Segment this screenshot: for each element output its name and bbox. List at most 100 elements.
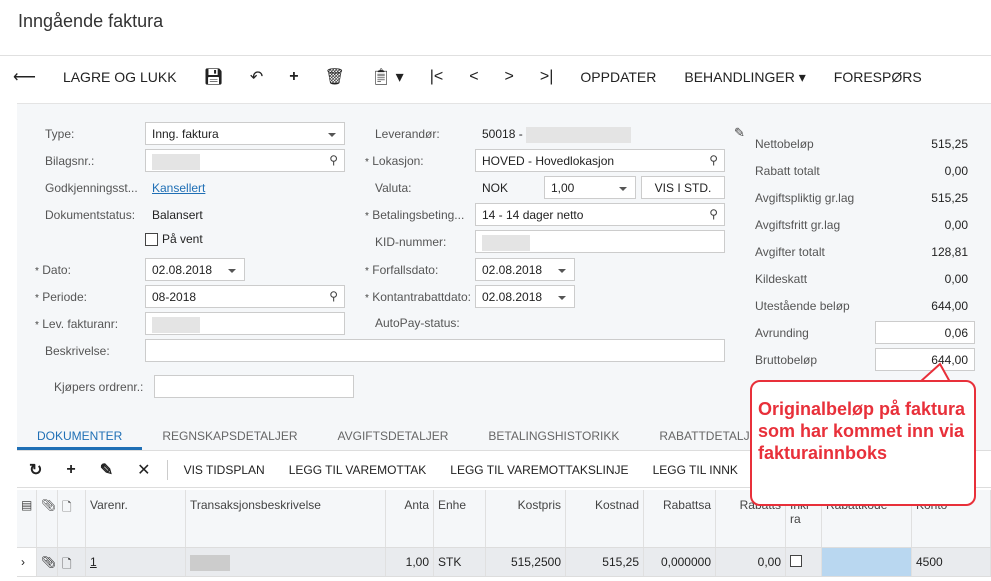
refresh-icon[interactable]: ↻ bbox=[17, 460, 54, 480]
search-icon[interactable]: ⚲ bbox=[709, 153, 718, 167]
previous-icon[interactable]: < bbox=[456, 60, 491, 94]
period-input[interactable]: 08-2018 ⚲ bbox=[145, 285, 345, 308]
vendor-invoice-label-text: Lev. fakturanr: bbox=[42, 317, 119, 331]
due-date-label-text: Forfallsdato: bbox=[372, 263, 439, 277]
rate-select[interactable]: 1,00 bbox=[544, 176, 636, 199]
tab-tax[interactable]: AVGIFTSDETALJER bbox=[318, 421, 469, 450]
divider bbox=[0, 55, 991, 56]
add-row-icon[interactable]: + bbox=[54, 461, 87, 479]
row-expand-icon[interactable]: › bbox=[17, 548, 37, 576]
bilag-input[interactable]: ⚲ bbox=[145, 149, 345, 172]
redacted-value bbox=[152, 317, 200, 333]
description-input[interactable] bbox=[145, 339, 725, 362]
separator bbox=[166, 459, 168, 480]
attachment-icon[interactable]: 📎︎ bbox=[37, 548, 58, 576]
notes-column-icon: ▤ bbox=[17, 490, 37, 547]
actions-menu[interactable]: BEHANDLINGER ▾ bbox=[670, 60, 819, 94]
col-qty[interactable]: Anta bbox=[386, 490, 434, 547]
col-item[interactable]: Varenr. bbox=[86, 490, 186, 547]
search-icon[interactable]: ⚲ bbox=[709, 207, 718, 221]
due-date-label: * Forfallsdato: bbox=[365, 263, 439, 277]
col-discount-pct[interactable]: Rabattsa bbox=[644, 490, 716, 547]
tab-documents[interactable]: DOKUMENTER bbox=[17, 421, 143, 450]
add-icon[interactable]: + bbox=[276, 60, 311, 94]
search-icon[interactable]: ⚲ bbox=[329, 289, 338, 303]
annotation-callout: Originalbeløp på faktura som har kommet … bbox=[750, 380, 976, 506]
inquiries-menu[interactable]: FORESPØRS bbox=[820, 60, 936, 94]
file-column-icon: 🗋 bbox=[58, 490, 86, 547]
period-label-text: Periode: bbox=[42, 290, 87, 304]
view-base-button[interactable]: VIS I STD. bbox=[641, 176, 725, 199]
col-unit-cost[interactable]: Kostpris bbox=[486, 490, 566, 547]
cost-cell[interactable]: 515,25 bbox=[566, 548, 644, 576]
qty-cell[interactable]: 1,00 bbox=[386, 548, 434, 576]
buyer-order-label: Kjøpers ordrenr.: bbox=[54, 380, 144, 394]
account-cell[interactable]: 4500 bbox=[912, 548, 991, 576]
buyer-order-input[interactable] bbox=[154, 375, 354, 398]
item-link[interactable]: 1 bbox=[86, 548, 186, 576]
cash-discount-date-label: * Kontantrabattdato: bbox=[365, 290, 471, 304]
main-toolbar: ⟵ LAGRE OG LUKK 💾︎ ↶ + 🗑︎ 📋︎ ▾ |< < > >|… bbox=[0, 60, 991, 94]
col-unit[interactable]: Enhe bbox=[434, 490, 486, 547]
col-cost[interactable]: Kostnad bbox=[566, 490, 644, 547]
actions-label: BEHANDLINGER bbox=[684, 69, 795, 85]
search-icon[interactable]: ⚲ bbox=[329, 153, 338, 167]
summary-value: 0,00 bbox=[944, 272, 968, 286]
hold-checkbox[interactable]: På vent bbox=[145, 232, 203, 246]
summary-label: Nettobeløp bbox=[755, 137, 814, 151]
undo-icon[interactable]: ↶ bbox=[237, 60, 276, 94]
date-picker[interactable]: 02.08.2018 bbox=[145, 258, 245, 281]
add-receipt-button[interactable]: LEGG TIL VAREMOTTAK bbox=[277, 463, 439, 477]
type-select[interactable]: Inng. faktura bbox=[145, 122, 345, 145]
delete-icon[interactable]: 🗑︎ bbox=[312, 60, 358, 94]
summary-value: 0,00 bbox=[944, 164, 968, 178]
summary-label: Rabatt totalt bbox=[755, 164, 820, 178]
currency-value: NOK bbox=[482, 181, 509, 195]
due-date-picker[interactable]: 02.08.2018 bbox=[475, 258, 575, 281]
kid-input[interactable] bbox=[475, 230, 725, 253]
bilag-label: Bilagsnr.: bbox=[45, 154, 95, 168]
delete-row-icon[interactable]: ✕ bbox=[125, 460, 162, 480]
discount-amt-cell[interactable]: 0,00 bbox=[716, 548, 786, 576]
add-receipt-line-button[interactable]: LEGG TIL VAREMOTTAKSLINJE bbox=[438, 463, 640, 477]
first-record-icon[interactable]: |< bbox=[417, 60, 457, 94]
copy-paste-icon[interactable]: 📋︎ ▾ bbox=[358, 60, 417, 94]
approval-status-link[interactable]: Kansellert bbox=[152, 181, 205, 195]
location-input[interactable]: HOVED - Hovedlokasjon ⚲ bbox=[475, 149, 725, 172]
hold-label: På vent bbox=[162, 232, 203, 246]
incl-discount-checkbox[interactable] bbox=[786, 548, 822, 576]
table-row[interactable]: › 📎︎ 🗋 1 1,00 STK 515,2500 515,25 0,0000… bbox=[17, 548, 991, 577]
summary-value: 0,00 bbox=[944, 218, 968, 232]
checkbox-box[interactable] bbox=[790, 555, 802, 567]
unit-cost-cell[interactable]: 515,2500 bbox=[486, 548, 566, 576]
period-label: * Periode: bbox=[35, 290, 87, 304]
col-description[interactable]: Transaksjonsbeskrivelse bbox=[186, 490, 386, 547]
tab-accounting[interactable]: REGNSKAPSDETALJER bbox=[142, 421, 317, 450]
edit-icon[interactable]: ✎ bbox=[734, 125, 745, 141]
file-icon[interactable]: 🗋 bbox=[58, 548, 86, 576]
redacted-value bbox=[526, 127, 632, 143]
last-record-icon[interactable]: >| bbox=[527, 60, 567, 94]
description-cell[interactable] bbox=[186, 548, 386, 576]
terms-label: * Betalingsbeting... bbox=[365, 208, 465, 222]
view-schedule-button[interactable]: VIS TIDSPLAN bbox=[172, 463, 277, 477]
save-icon[interactable]: 💾︎ bbox=[191, 60, 237, 94]
discount-pct-cell[interactable]: 0,000000 bbox=[644, 548, 716, 576]
terms-input[interactable]: 14 - 14 dager netto ⚲ bbox=[475, 203, 725, 226]
summary-input[interactable]: 0,06 bbox=[875, 321, 975, 344]
cash-discount-date-picker[interactable]: 02.08.2018 bbox=[475, 285, 575, 308]
update-button[interactable]: OPPDATER bbox=[566, 60, 670, 94]
summary-label: Avgifter totalt bbox=[755, 245, 825, 259]
tab-payment-history[interactable]: BETALINGSHISTORIKK bbox=[468, 421, 639, 450]
add-po-button[interactable]: LEGG TIL INNK bbox=[641, 463, 750, 477]
back-icon[interactable]: ⟵ bbox=[0, 60, 49, 94]
unit-cell[interactable]: STK bbox=[434, 548, 486, 576]
terms-value: 14 - 14 dager netto bbox=[482, 208, 584, 222]
discount-code-cell[interactable] bbox=[822, 548, 912, 576]
checkbox-box[interactable] bbox=[145, 232, 158, 246]
next-icon[interactable]: > bbox=[492, 60, 527, 94]
save-close-button[interactable]: LAGRE OG LUKK bbox=[49, 60, 191, 94]
location-value: HOVED - Hovedlokasjon bbox=[482, 154, 615, 168]
vendor-invoice-input[interactable] bbox=[145, 312, 345, 335]
edit-row-icon[interactable]: ✎ bbox=[88, 460, 125, 480]
